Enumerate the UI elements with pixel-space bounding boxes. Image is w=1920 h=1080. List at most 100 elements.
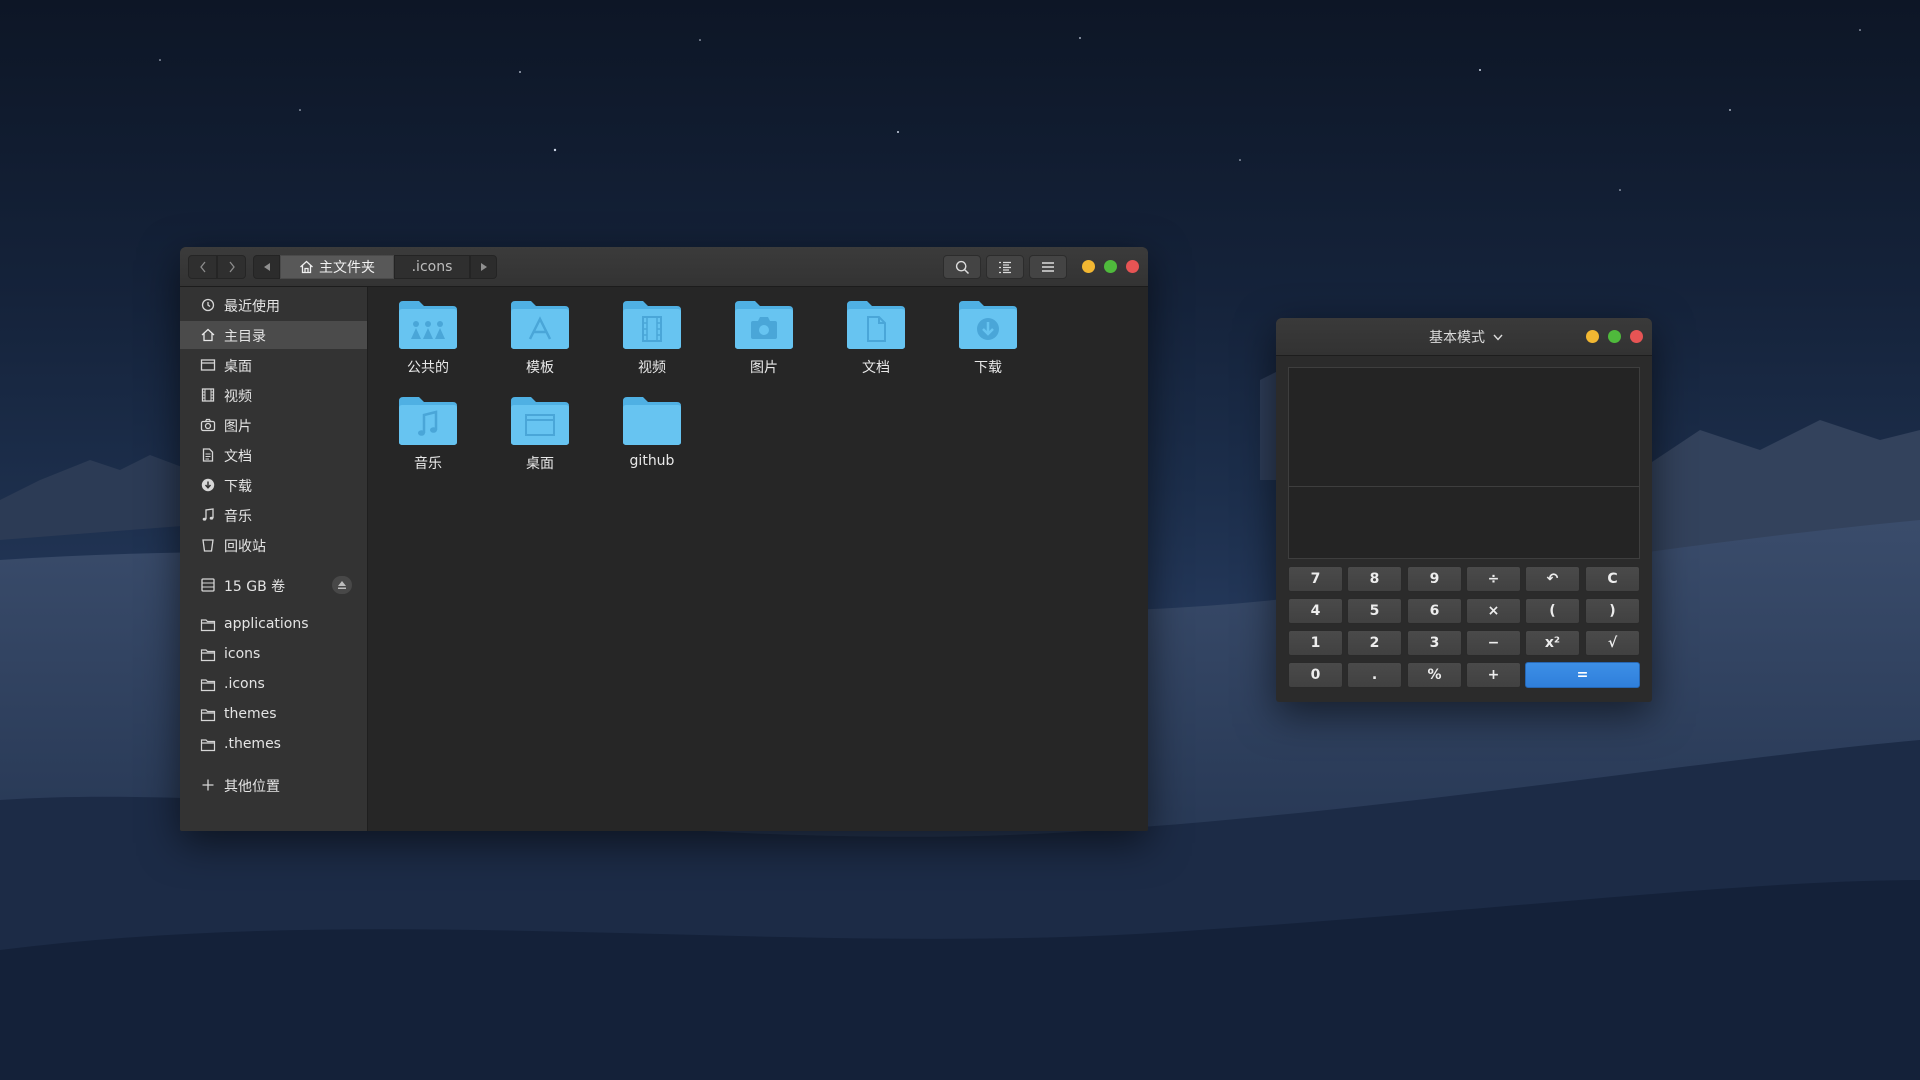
- undo-button[interactable]: ↶: [1525, 566, 1580, 592]
- digit-1-button[interactable]: 1: [1288, 630, 1343, 656]
- stars: [159, 29, 1861, 191]
- search-button[interactable]: [943, 255, 981, 279]
- sidebar-item-pictures[interactable]: 图片: [180, 411, 367, 439]
- maximize-button[interactable]: [1104, 260, 1117, 273]
- chevron-down-icon: [1493, 334, 1503, 341]
- divide-button[interactable]: ÷: [1466, 566, 1521, 592]
- sidebar-item-documents[interactable]: 文档: [180, 441, 367, 469]
- sidebar-item-label: 图片: [224, 419, 252, 435]
- home-icon: [201, 328, 215, 342]
- chevron-left-icon: [199, 261, 206, 273]
- sidebar-item-label: applications: [224, 616, 309, 632]
- digit-9-button[interactable]: 9: [1407, 566, 1462, 592]
- file-manager-window: 主文件夹 .icons 最近使用 主目录 桌面 视频 图片 文档 下载 音乐 回…: [180, 247, 1148, 831]
- open-paren-button[interactable]: (: [1525, 598, 1580, 624]
- decimal-point-button[interactable]: .: [1347, 662, 1402, 688]
- sidebar-bookmark-dot-themes[interactable]: .themes: [180, 731, 367, 759]
- folder-label: 文档: [862, 360, 890, 376]
- sidebar-item-label: 15 GB 卷: [224, 579, 286, 595]
- view-options-button[interactable]: [986, 255, 1024, 279]
- path-scroll-right-button[interactable]: [470, 255, 497, 279]
- path-scroll-left-button[interactable]: [253, 255, 280, 279]
- sidebar: 最近使用 主目录 桌面 视频 图片 文档 下载 音乐 回收站 15 GB 卷 a…: [180, 287, 368, 831]
- plus-icon: [202, 779, 214, 791]
- sidebar-item-volume[interactable]: 15 GB 卷: [180, 571, 367, 599]
- percent-button[interactable]: %: [1407, 662, 1462, 688]
- music-folder-icon: [399, 397, 457, 445]
- breadcrumb-home[interactable]: 主文件夹: [280, 255, 394, 279]
- folder-label: 音乐: [414, 456, 442, 472]
- digit-4-button[interactable]: 4: [1288, 598, 1343, 624]
- sidebar-bookmark-themes[interactable]: themes: [180, 701, 367, 729]
- folder-icon: [200, 679, 216, 692]
- folder-downloads[interactable]: 下载: [938, 299, 1038, 387]
- folder-label: github: [629, 453, 675, 469]
- folder-icon: [200, 619, 216, 632]
- sidebar-other-locations[interactable]: 其他位置: [180, 771, 367, 799]
- digit-7-button[interactable]: 7: [1288, 566, 1343, 592]
- folder-public[interactable]: 公共的: [378, 299, 478, 387]
- sidebar-bookmark-applications[interactable]: applications: [180, 611, 367, 639]
- folder-music[interactable]: 音乐: [378, 395, 478, 483]
- minimize-button[interactable]: [1082, 260, 1095, 273]
- digit-5-button[interactable]: 5: [1347, 598, 1402, 624]
- sidebar-bookmark-dot-icons[interactable]: .icons: [180, 671, 367, 699]
- folder-icon: [200, 649, 216, 662]
- folder-documents[interactable]: 文档: [826, 299, 926, 387]
- triangle-left-icon: [263, 263, 270, 271]
- digit-3-button[interactable]: 3: [1407, 630, 1462, 656]
- sidebar-item-label: 最近使用: [224, 299, 280, 315]
- calculator-display[interactable]: [1288, 367, 1640, 559]
- folder-label: 下载: [974, 360, 1002, 376]
- forward-button[interactable]: [217, 255, 246, 279]
- folder-pictures[interactable]: 图片: [714, 299, 814, 387]
- square-button[interactable]: x²: [1525, 630, 1580, 656]
- close-button[interactable]: [1630, 330, 1643, 343]
- close-paren-button[interactable]: ): [1585, 598, 1640, 624]
- folder-icon: [200, 709, 216, 722]
- folder-icon: [623, 397, 681, 445]
- subtract-button[interactable]: −: [1466, 630, 1521, 656]
- menu-button[interactable]: [1029, 255, 1067, 279]
- sidebar-bookmark-icons[interactable]: icons: [180, 641, 367, 669]
- video-icon: [201, 388, 215, 402]
- breadcrumb-current[interactable]: .icons: [394, 255, 470, 279]
- digit-6-button[interactable]: 6: [1407, 598, 1462, 624]
- sidebar-item-recent[interactable]: 最近使用: [180, 291, 367, 319]
- sidebar-item-trash[interactable]: 回收站: [180, 531, 367, 559]
- eject-button[interactable]: [332, 576, 352, 594]
- sidebar-item-label: 音乐: [224, 509, 252, 525]
- multiply-button[interactable]: ×: [1466, 598, 1521, 624]
- back-button[interactable]: [188, 255, 217, 279]
- folder-videos[interactable]: 视频: [602, 299, 702, 387]
- sqrt-button[interactable]: √: [1585, 630, 1640, 656]
- digit-2-button[interactable]: 2: [1347, 630, 1402, 656]
- close-button[interactable]: [1126, 260, 1139, 273]
- sidebar-item-desktop[interactable]: 桌面: [180, 351, 367, 379]
- sidebar-item-music[interactable]: 音乐: [180, 501, 367, 529]
- music-icon: [202, 508, 214, 521]
- digit-0-button[interactable]: 0: [1288, 662, 1343, 688]
- folder-github[interactable]: github: [602, 395, 702, 483]
- folder-templates[interactable]: 模板: [490, 299, 590, 387]
- clear-button[interactable]: C: [1585, 566, 1640, 592]
- minimize-button[interactable]: [1586, 330, 1599, 343]
- sidebar-item-label: .themes: [224, 736, 281, 752]
- chevron-right-icon: [228, 261, 235, 273]
- digit-8-button[interactable]: 8: [1347, 566, 1402, 592]
- pictures-folder-icon: [735, 301, 793, 349]
- folder-desktop[interactable]: 桌面: [490, 395, 590, 483]
- templates-folder-icon: [511, 301, 569, 349]
- folder-icon: [200, 739, 216, 752]
- sidebar-item-home[interactable]: 主目录: [180, 321, 367, 349]
- maximize-button[interactable]: [1608, 330, 1621, 343]
- add-button[interactable]: +: [1466, 662, 1521, 688]
- view-list-icon: [999, 261, 1011, 273]
- folder-label: 桌面: [526, 456, 554, 472]
- equals-button[interactable]: =: [1525, 662, 1640, 688]
- sidebar-item-video[interactable]: 视频: [180, 381, 367, 409]
- sidebar-item-downloads[interactable]: 下载: [180, 471, 367, 499]
- sidebar-item-label: 桌面: [224, 359, 252, 375]
- calculator-headerbar: 基本模式: [1276, 318, 1652, 356]
- mode-selector[interactable]: 基本模式: [1416, 327, 1516, 347]
